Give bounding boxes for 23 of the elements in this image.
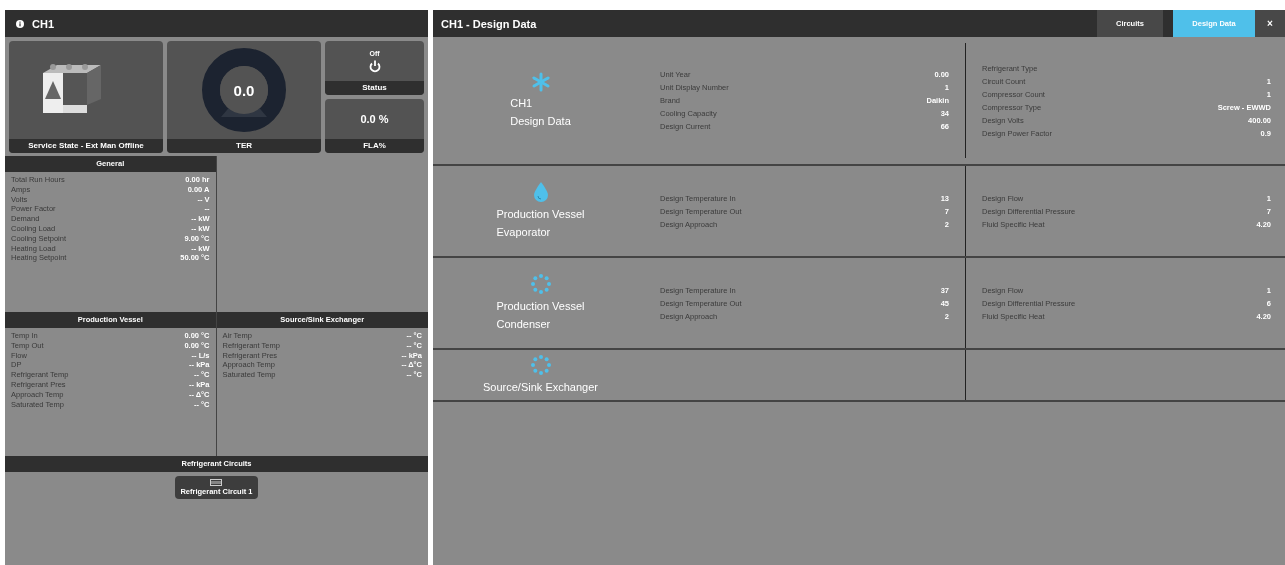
section-title: Production Vessel xyxy=(496,207,585,222)
water-drop-icon xyxy=(532,181,549,203)
ter-value: 0.0 xyxy=(233,81,255,99)
section-title: CH1 xyxy=(510,95,534,111)
section-title: Design Data xyxy=(510,113,571,129)
tile-label: Service State - Ext Man Offline xyxy=(9,139,163,153)
section-title: Production Vessel xyxy=(496,299,585,314)
power-icon xyxy=(368,59,381,73)
snowflake-icon xyxy=(530,71,551,92)
section-title: Evaporator xyxy=(496,225,552,240)
dotted-circle-icon xyxy=(529,273,552,295)
tile-label: FLA% xyxy=(325,139,424,153)
info-icon xyxy=(16,19,24,28)
dotted-circle-icon xyxy=(529,354,552,376)
tile-label: TER xyxy=(167,139,321,153)
panel-title: CH1 - Design Data xyxy=(440,17,537,30)
section-title: Source/Sink Exchanger xyxy=(483,380,598,395)
close-button[interactable]: × xyxy=(1255,10,1285,37)
circuit-icon xyxy=(210,479,223,486)
section-title: Condenser xyxy=(496,317,552,332)
tile-label: Status xyxy=(325,81,424,95)
fla-value: 0.0 % xyxy=(360,113,389,125)
panel-title: CH1 xyxy=(31,17,54,30)
